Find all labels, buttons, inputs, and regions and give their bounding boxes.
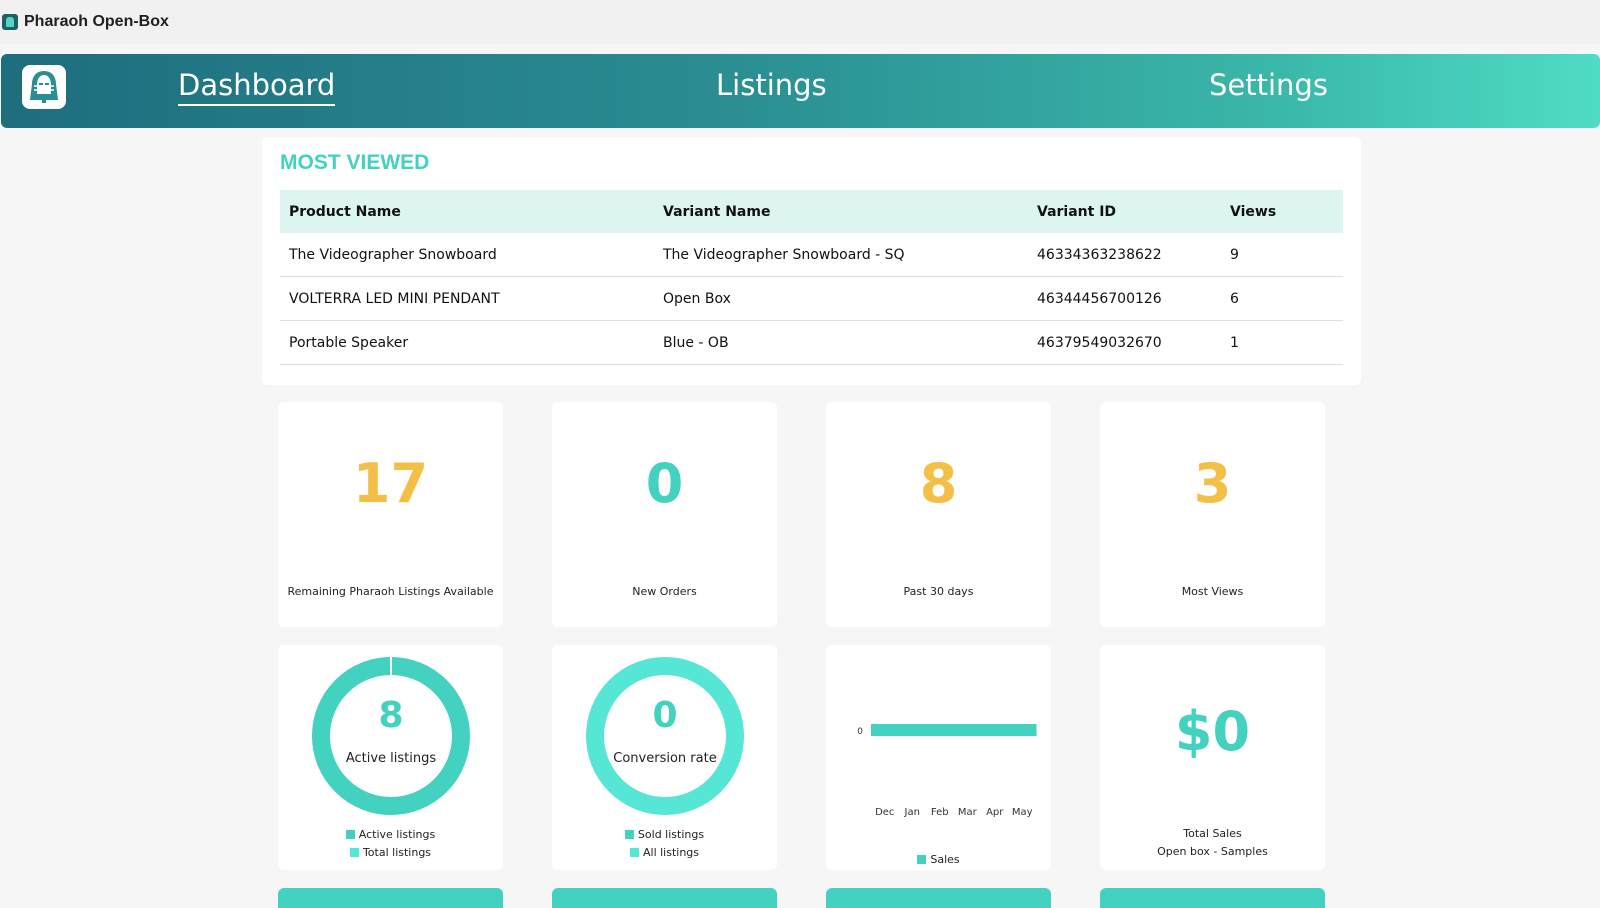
app-titlebar: Pharaoh Open-Box <box>0 0 1600 44</box>
conversion-donut-chart <box>586 657 744 815</box>
conversion-legend: Sold listings All listings <box>552 825 777 861</box>
conversion-value: 0 <box>652 695 678 736</box>
stat-label: Remaining Pharaoh Listings Available <box>287 585 494 598</box>
sales-bar[interactable] <box>871 724 899 736</box>
stat-card-new-orders: 0 New Orders <box>552 402 777 627</box>
variant-name-cell: Blue - OB <box>654 320 1028 365</box>
stat-label: New Orders <box>632 585 697 598</box>
variant-id-cell: 46379549032670 <box>1028 320 1221 365</box>
bottom-card <box>1100 888 1325 908</box>
table-row: VOLTERRA LED MINI PENDANT Open Box 46344… <box>280 276 1343 321</box>
column-header: Variant ID <box>1028 190 1221 233</box>
legend-label: Sold listings <box>637 827 705 841</box>
column-header: Views <box>1221 190 1343 233</box>
tab-settings[interactable]: Settings <box>1209 68 1328 102</box>
legend-item[interactable]: Sales <box>826 850 1051 868</box>
donut-ring-active <box>312 657 470 815</box>
sales-legend: Sales <box>826 850 1051 868</box>
sales-bar[interactable] <box>926 724 954 736</box>
total-sales-value: $0 <box>1174 700 1251 763</box>
stat-card-most-views: 3 Most Views <box>1100 402 1325 627</box>
x-tick-label: Jan <box>904 807 920 818</box>
active-listings-card: 8 Active listings Active listings Total … <box>278 645 503 870</box>
sales-chart-card: 0 Dec Jan Feb Mar Apr May Sales <box>826 645 1051 870</box>
total-sales-label: Total Sales <box>1183 827 1242 840</box>
sales-bar[interactable] <box>981 724 1009 736</box>
stat-value: 0 <box>645 452 684 515</box>
total-sales-card: $0 Total Sales Open box - Samples <box>1100 645 1325 870</box>
legend-label: All listings <box>642 845 700 859</box>
active-listings-donut-chart <box>312 657 470 815</box>
legend-item[interactable]: Active listings <box>278 825 503 843</box>
conversion-label: Conversion rate <box>613 751 717 766</box>
legend-swatch <box>345 829 355 839</box>
sales-bar-chart: 0 Dec Jan Feb Mar Apr May <box>857 724 1037 818</box>
legend-swatch <box>629 847 639 857</box>
legend-swatch <box>624 829 634 839</box>
stat-label: Past 30 days <box>903 585 974 598</box>
stat-card-remaining-listings: 17 Remaining Pharaoh Listings Available <box>278 402 503 627</box>
product-name-cell: VOLTERRA LED MINI PENDANT <box>280 276 654 321</box>
x-tick-label: May <box>1012 807 1033 818</box>
sales-bar[interactable] <box>898 724 927 736</box>
legend-item[interactable]: All listings <box>552 843 777 861</box>
tab-dashboard[interactable]: Dashboard <box>178 68 336 106</box>
pharaoh-logo-icon[interactable] <box>22 65 66 109</box>
x-tick-label: Mar <box>958 807 978 818</box>
column-header: Product Name <box>280 190 654 233</box>
legend-item[interactable]: Total listings <box>278 843 503 861</box>
stat-label: Most Views <box>1181 585 1244 598</box>
variant-id-cell: 46344456700126 <box>1028 276 1221 321</box>
views-cell: 9 <box>1221 233 1343 277</box>
sales-bar[interactable] <box>953 724 982 736</box>
tab-listings[interactable]: Listings <box>716 68 827 102</box>
active-listings-donut: 8 Active listings <box>310 655 472 817</box>
conversion-donut: 0 Conversion rate <box>584 655 746 817</box>
x-tick-label: Apr <box>986 807 1004 818</box>
table-header-row: Product Name Variant Name Variant ID Vie… <box>280 190 1343 233</box>
most-viewed-card: MOST VIEWED Product Name Variant Name Va… <box>262 137 1361 385</box>
legend-label: Sales <box>930 852 960 866</box>
pharaoh-app-icon <box>2 14 18 30</box>
stat-value: 17 <box>352 452 429 515</box>
active-listings-value: 8 <box>378 695 404 736</box>
legend-item[interactable]: Sold listings <box>552 825 777 843</box>
product-name-cell: The Videographer Snowboard <box>280 233 654 277</box>
table-row: The Videographer Snowboard The Videograp… <box>280 233 1343 277</box>
bottom-card <box>826 888 1051 908</box>
bottom-card <box>278 888 503 908</box>
total-sales-sublabel: Open box - Samples <box>1157 845 1268 858</box>
stat-value: 3 <box>1193 452 1232 515</box>
variant-id-cell: 46334363238622 <box>1028 233 1221 277</box>
x-tick-label: Dec <box>875 807 894 818</box>
pharaoh-head-icon <box>30 71 58 103</box>
product-name-cell: Portable Speaker <box>280 320 654 365</box>
variant-name-cell: The Videographer Snowboard - SQ <box>654 233 1028 277</box>
legend-label: Total listings <box>362 845 432 859</box>
variant-name-cell: Open Box <box>654 276 1028 321</box>
views-cell: 6 <box>1221 276 1343 321</box>
legend-swatch <box>349 847 359 857</box>
y-tick-label: 0 <box>857 727 863 737</box>
stat-value: 8 <box>919 452 958 515</box>
legend-label: Active listings <box>358 827 436 841</box>
app-title: Pharaoh Open-Box <box>24 13 169 30</box>
x-tick-label: Feb <box>931 807 949 818</box>
bottom-card <box>552 888 777 908</box>
most-viewed-table: Product Name Variant Name Variant ID Vie… <box>280 190 1343 365</box>
main-navbar: Dashboard Listings Settings <box>1 54 1600 128</box>
views-cell: 1 <box>1221 320 1343 365</box>
legend-swatch <box>917 854 927 864</box>
column-header: Variant Name <box>654 190 1028 233</box>
active-listings-label: Active listings <box>345 751 437 766</box>
stat-card-past-30-days: 8 Past 30 days <box>826 402 1051 627</box>
sales-bar[interactable] <box>1008 724 1037 736</box>
active-listings-legend: Active listings Total listings <box>278 825 503 861</box>
table-row: Portable Speaker Blue - OB 4637954903267… <box>280 320 1343 365</box>
conversion-rate-card: 0 Conversion rate Sold listings All list… <box>552 645 777 870</box>
donut-ring-all <box>586 657 744 815</box>
most-viewed-title: MOST VIEWED <box>280 151 430 174</box>
